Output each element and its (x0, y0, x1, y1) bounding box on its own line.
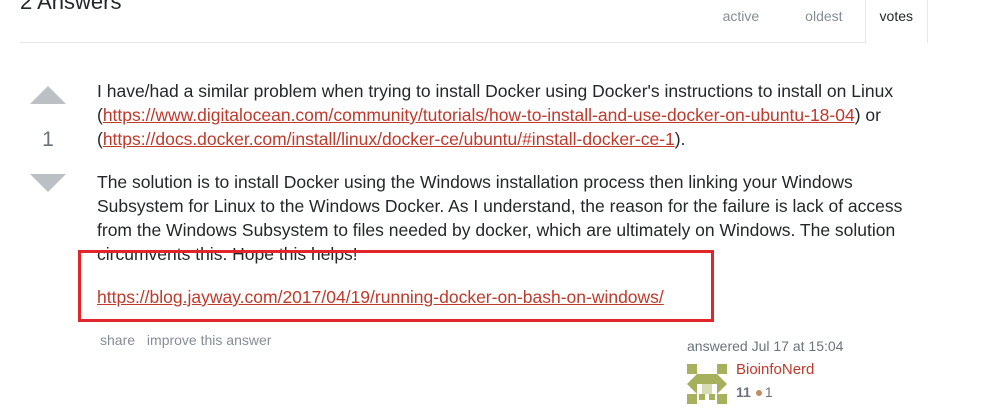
user-row: BioinfoNerd 11 1 (687, 360, 887, 404)
identicon-icon (687, 364, 727, 404)
bronze-badge-icon (755, 389, 762, 396)
downvote-arrow-icon[interactable] (30, 174, 66, 192)
para1-text-after: ). (674, 129, 686, 149)
share-link[interactable]: share (100, 332, 135, 348)
answered-time: answered Jul 17 at 15:04 (687, 338, 844, 354)
answers-count: 2 Answers (20, 0, 122, 14)
answer-paragraph-3: https://blog.jayway.com/2017/04/19/runni… (97, 285, 917, 309)
vote-column: 1 (28, 86, 68, 192)
answer-body: I have/had a similar problem when trying… (97, 79, 917, 328)
vote-count: 1 (42, 128, 54, 151)
tab-active[interactable]: active (709, 0, 774, 32)
sort-tabs: active oldest votes (709, 0, 928, 43)
upvote-arrow-icon[interactable] (30, 86, 66, 104)
bronze-badge-count: 1 (764, 384, 773, 400)
improve-answer-link[interactable]: improve this answer (147, 332, 272, 348)
answers-section: 2 Answers active oldest votes 1 I have/h… (0, 0, 992, 413)
answers-header: 2 Answers active oldest votes (20, 0, 928, 43)
tab-oldest[interactable]: oldest (791, 0, 856, 32)
reputation-score: 11 (736, 384, 751, 400)
user-info-card: answered Jul 17 at 15:04 BioinfoNerd 11 … (687, 337, 887, 404)
docker-docs-link[interactable]: https://docs.docker.com/install/linux/do… (103, 129, 675, 149)
user-details: BioinfoNerd 11 1 (736, 360, 814, 402)
tab-votes[interactable]: votes (864, 0, 928, 43)
digitalocean-link[interactable]: https://www.digitalocean.com/community/t… (103, 105, 855, 125)
answer-paragraph-1: I have/had a similar problem when trying… (97, 79, 917, 151)
reputation-row: 11 1 (736, 382, 814, 402)
jayway-blog-link[interactable]: https://blog.jayway.com/2017/04/19/runni… (97, 287, 664, 307)
avatar[interactable] (687, 364, 727, 404)
post-menu: share improve this answer (100, 332, 279, 348)
answer-paragraph-2: The solution is to install Docker using … (97, 172, 903, 264)
user-name-link[interactable]: BioinfoNerd (736, 360, 814, 380)
